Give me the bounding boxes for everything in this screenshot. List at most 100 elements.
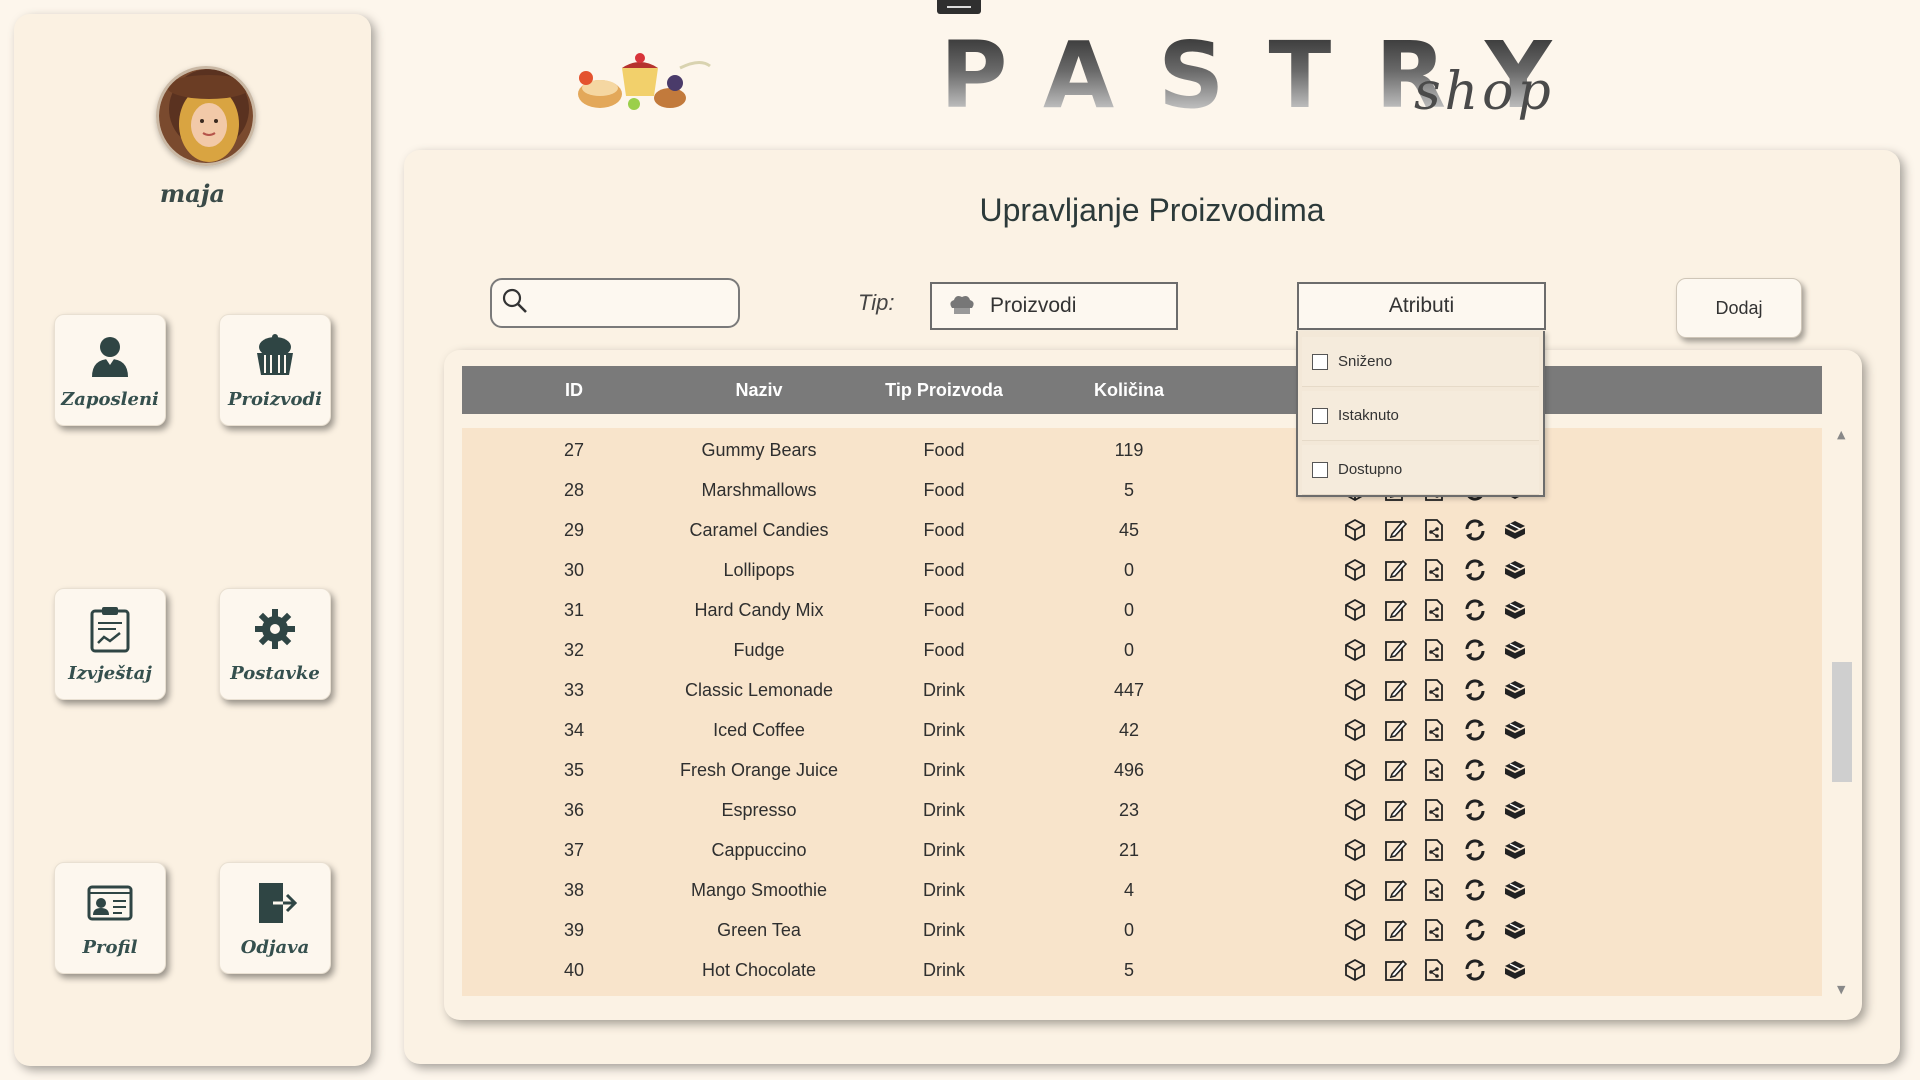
table-body[interactable]: 27 Gummy Bears Food 119 28 Marshmallows Food 5 2… (462, 428, 1822, 996)
box-icon[interactable] (1502, 597, 1528, 623)
cube-icon[interactable] (1342, 797, 1368, 823)
box-icon[interactable] (1502, 797, 1528, 823)
cube-icon[interactable] (1342, 597, 1368, 623)
table-row[interactable]: 29 Caramel Candies Food 45 (462, 510, 1822, 550)
refresh-icon[interactable] (1462, 717, 1488, 743)
attribute-option[interactable]: Dostupno (1302, 445, 1539, 495)
refresh-icon[interactable] (1462, 517, 1488, 543)
nav-proizvodi-button[interactable]: Proizvodi (219, 314, 331, 426)
edit-icon[interactable] (1382, 517, 1408, 543)
table-row[interactable]: 35 Fresh Orange Juice Drink 496 (462, 750, 1822, 790)
cube-icon[interactable] (1342, 957, 1368, 983)
box-icon[interactable] (1502, 957, 1528, 983)
add-product-button[interactable]: Dodaj (1676, 278, 1802, 338)
refresh-icon[interactable] (1462, 877, 1488, 903)
cube-icon[interactable] (1342, 917, 1368, 943)
table-row[interactable]: 39 Green Tea Drink 0 (462, 910, 1822, 950)
window-grip[interactable] (937, 0, 981, 14)
column-header[interactable]: Naziv (735, 380, 782, 401)
refresh-icon[interactable] (1462, 557, 1488, 583)
table-row[interactable]: 40 Hot Chocolate Drink 5 (462, 950, 1822, 990)
cube-icon[interactable] (1342, 557, 1368, 583)
refresh-icon[interactable] (1462, 837, 1488, 863)
checkbox[interactable] (1312, 353, 1328, 370)
cube-icon[interactable] (1342, 637, 1368, 663)
cube-icon[interactable] (1342, 757, 1368, 783)
export-icon[interactable] (1421, 717, 1447, 743)
refresh-icon[interactable] (1462, 677, 1488, 703)
column-header[interactable]: ID (565, 380, 583, 401)
edit-icon[interactable] (1382, 877, 1408, 903)
avatar[interactable] (156, 66, 256, 166)
table-row[interactable]: 36 Espresso Drink 23 (462, 790, 1822, 830)
edit-icon[interactable] (1382, 797, 1408, 823)
attribute-option[interactable]: Sniženo (1302, 337, 1539, 387)
edit-icon[interactable] (1382, 757, 1408, 783)
scroll-thumb[interactable] (1832, 662, 1852, 782)
refresh-icon[interactable] (1462, 597, 1488, 623)
table-scrollbar[interactable]: ▲ ▼ (1832, 428, 1852, 996)
table-row[interactable]: 30 Lollipops Food 0 (462, 550, 1822, 590)
export-icon[interactable] (1421, 797, 1447, 823)
edit-icon[interactable] (1382, 637, 1408, 663)
refresh-icon[interactable] (1462, 797, 1488, 823)
edit-icon[interactable] (1382, 837, 1408, 863)
box-icon[interactable] (1502, 917, 1528, 943)
column-header[interactable]: Tip Proizvoda (885, 380, 1003, 401)
cube-icon[interactable] (1342, 837, 1368, 863)
export-icon[interactable] (1421, 957, 1447, 983)
box-icon[interactable] (1502, 557, 1528, 583)
nav-profil-button[interactable]: Profil (54, 862, 166, 974)
edit-icon[interactable] (1382, 917, 1408, 943)
export-icon[interactable] (1421, 517, 1447, 543)
table-row[interactable]: 37 Cappuccino Drink 21 (462, 830, 1822, 870)
edit-icon[interactable] (1382, 677, 1408, 703)
box-icon[interactable] (1502, 717, 1528, 743)
box-icon[interactable] (1502, 757, 1528, 783)
export-icon[interactable] (1421, 597, 1447, 623)
search-input[interactable] (538, 292, 728, 314)
box-icon[interactable] (1502, 517, 1528, 543)
export-icon[interactable] (1421, 637, 1447, 663)
table-row[interactable]: 31 Hard Candy Mix Food 0 (462, 590, 1822, 630)
edit-icon[interactable] (1382, 597, 1408, 623)
table-row[interactable]: 32 Fudge Food 0 (462, 630, 1822, 670)
export-icon[interactable] (1421, 917, 1447, 943)
export-icon[interactable] (1421, 837, 1447, 863)
cube-icon[interactable] (1342, 677, 1368, 703)
table-row[interactable]: 27 Gummy Bears Food 119 (462, 430, 1822, 470)
export-icon[interactable] (1421, 677, 1447, 703)
box-icon[interactable] (1502, 877, 1528, 903)
cube-icon[interactable] (1342, 717, 1368, 743)
box-icon[interactable] (1502, 837, 1528, 863)
refresh-icon[interactable] (1462, 957, 1488, 983)
box-icon[interactable] (1502, 677, 1528, 703)
table-row[interactable]: 38 Mango Smoothie Drink 4 (462, 870, 1822, 910)
refresh-icon[interactable] (1462, 757, 1488, 783)
cube-icon[interactable] (1342, 877, 1368, 903)
refresh-icon[interactable] (1462, 917, 1488, 943)
edit-icon[interactable] (1382, 557, 1408, 583)
tip-select[interactable]: Proizvodi (930, 282, 1178, 330)
cube-icon[interactable] (1342, 517, 1368, 543)
table-row[interactable]: 33 Classic Lemonade Drink 447 (462, 670, 1822, 710)
table-row[interactable]: 34 Iced Coffee Drink 42 (462, 710, 1822, 750)
nav-izvjestaj-button[interactable]: Izvještaj (54, 588, 166, 700)
table-row[interactable]: 28 Marshmallows Food 5 (462, 470, 1822, 510)
nav-odjava-button[interactable]: Odjava (219, 862, 331, 974)
scroll-down-icon[interactable]: ▼ (1837, 983, 1845, 996)
edit-icon[interactable] (1382, 957, 1408, 983)
scroll-up-icon[interactable]: ▲ (1837, 428, 1845, 441)
refresh-icon[interactable] (1462, 637, 1488, 663)
export-icon[interactable] (1421, 877, 1447, 903)
search-box[interactable] (490, 278, 740, 328)
checkbox[interactable] (1312, 461, 1328, 478)
attribute-option[interactable]: Istaknuto (1302, 391, 1539, 441)
box-icon[interactable] (1502, 637, 1528, 663)
export-icon[interactable] (1421, 757, 1447, 783)
column-header[interactable]: Količina (1094, 380, 1164, 401)
nav-zaposleni-button[interactable]: Zaposleni (54, 314, 166, 426)
nav-postavke-button[interactable]: Postavke (219, 588, 331, 700)
edit-icon[interactable] (1382, 717, 1408, 743)
attributes-dropdown-button[interactable]: Atributi (1297, 282, 1546, 330)
